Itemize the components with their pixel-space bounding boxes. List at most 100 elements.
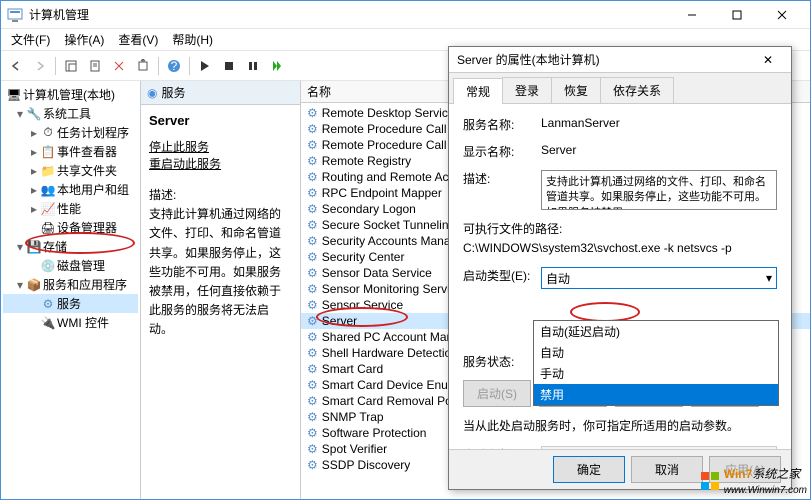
log-icon: 📋: [41, 145, 55, 159]
gear-icon: ⚙: [41, 297, 55, 311]
label-display-name: 显示名称:: [463, 143, 541, 160]
start-button[interactable]: 启动(S): [463, 380, 531, 407]
properties-dialog: Server 的属性(本地计算机) ✕ 常规 登录 恢复 依存关系 服务名称:L…: [448, 46, 792, 490]
gear-icon: ⚙: [307, 282, 318, 296]
cancel-button[interactable]: 取消: [631, 456, 703, 483]
menu-file[interactable]: 文件(F): [5, 29, 56, 50]
tree-local-users[interactable]: ▸👥本地用户和组: [3, 180, 138, 199]
label-exe-path: 可执行文件的路径:: [463, 220, 777, 237]
value-display-name: Server: [541, 143, 777, 157]
disk-icon: 💿: [41, 259, 55, 273]
tab-dependencies[interactable]: 依存关系: [600, 77, 674, 103]
users-icon: 👥: [41, 183, 55, 197]
properties-button[interactable]: [84, 55, 106, 77]
perf-icon: 📈: [41, 202, 55, 216]
gear-icon: ⚙: [307, 298, 318, 312]
gear-icon: ⚙: [307, 378, 318, 392]
gear-icon: ⚙: [307, 266, 318, 280]
gear-icon: ⚙: [307, 250, 318, 264]
forward-button[interactable]: [29, 55, 51, 77]
play-button[interactable]: [194, 55, 216, 77]
label-start-params: 启动参数(M):: [463, 446, 541, 449]
dialog-titlebar: Server 的属性(本地计算机) ✕: [449, 47, 791, 73]
folder-icon: 📁: [41, 164, 55, 178]
dialog-tabs: 常规 登录 恢复 依存关系: [449, 73, 791, 104]
tree-services[interactable]: ⚙服务: [3, 294, 138, 313]
delete-button[interactable]: [108, 55, 130, 77]
minimize-button[interactable]: [669, 3, 714, 27]
tree-performance[interactable]: ▸📈性能: [3, 199, 138, 218]
menu-help[interactable]: 帮助(H): [166, 29, 219, 50]
gear-icon: ⚙: [307, 458, 318, 472]
svg-text:?: ?: [171, 59, 178, 73]
option-disabled[interactable]: 禁用: [534, 384, 778, 405]
gear-icon: ⚙: [307, 442, 318, 456]
titlebar: 计算机管理: [1, 1, 810, 29]
tab-general[interactable]: 常规: [453, 78, 503, 104]
menu-view[interactable]: 查看(V): [112, 29, 164, 50]
tree-services-apps[interactable]: ▾📦服务和应用程序: [3, 275, 138, 294]
windows-icon: [700, 471, 720, 491]
service-name-heading: Server: [149, 113, 292, 128]
tab-logon[interactable]: 登录: [502, 77, 552, 103]
gear-icon: ⚙: [307, 426, 318, 440]
up-button[interactable]: [60, 55, 82, 77]
label-service-name: 服务名称:: [463, 116, 541, 133]
dialog-close-button[interactable]: ✕: [753, 53, 783, 67]
tab-recovery[interactable]: 恢复: [551, 77, 601, 103]
tree-root[interactable]: 🖥计算机管理(本地): [3, 85, 138, 104]
help-button[interactable]: ?: [163, 55, 185, 77]
label-status: 服务状态:: [463, 353, 541, 370]
gear-icon: ⚙: [307, 170, 318, 184]
hint-text: 当从此处启动服务时，你可指定所适用的启动参数。: [463, 417, 777, 434]
tree-system-tools[interactable]: ▾🔧系统工具: [3, 104, 138, 123]
gear-icon: ⚙: [307, 410, 318, 424]
value-exe-path: C:\WINDOWS\system32\svchost.exe -k netsv…: [463, 241, 777, 255]
back-button[interactable]: [5, 55, 27, 77]
restart-service-link[interactable]: 重启动此服务: [149, 157, 221, 171]
export-button[interactable]: [132, 55, 154, 77]
refresh-icon[interactable]: ◉: [147, 86, 157, 100]
detail-panel: ◉服务 Server 停止此服务 重启动此服务 描述: 支持此计算机通过网络的文…: [141, 81, 301, 499]
gear-icon: ⚙: [307, 362, 318, 376]
option-auto[interactable]: 自动: [534, 342, 778, 363]
startup-type-dropdown[interactable]: 自动(延迟启动) 自动 手动 禁用: [533, 320, 779, 406]
restart-button[interactable]: [266, 55, 288, 77]
clock-icon: ⏱: [41, 126, 55, 140]
tree-disk-mgmt[interactable]: 💿磁盘管理: [3, 256, 138, 275]
value-description[interactable]: 支持此计算机通过网络的文件、打印、和命名管道共享。如果服务停止，这些功能不可用。…: [541, 170, 777, 210]
tree-shared-folders[interactable]: ▸📁共享文件夹: [3, 161, 138, 180]
startup-type-select[interactable]: 自动 ▾: [541, 267, 777, 289]
maximize-button[interactable]: [714, 3, 759, 27]
tree-panel[interactable]: 🖥计算机管理(本地) ▾🔧系统工具 ▸⏱任务计划程序 ▸📋事件查看器 ▸📁共享文…: [1, 81, 141, 499]
stop-button[interactable]: [218, 55, 240, 77]
window-title: 计算机管理: [29, 6, 669, 23]
gear-icon: ⚙: [307, 394, 318, 408]
gear-icon: ⚙: [307, 202, 318, 216]
gear-icon: ⚙: [307, 346, 318, 360]
ok-button[interactable]: 确定: [553, 456, 625, 483]
tree-wmi[interactable]: 🔌WMI 控件: [3, 313, 138, 332]
computer-icon: 🖥: [7, 88, 21, 102]
menu-action[interactable]: 操作(A): [58, 29, 110, 50]
label-startup-type: 启动类型(E):: [463, 267, 541, 284]
tree-event-viewer[interactable]: ▸📋事件查看器: [3, 142, 138, 161]
gear-icon: ⚙: [307, 186, 318, 200]
highlight-circle-dropdown: [570, 302, 640, 322]
stop-service-link[interactable]: 停止此服务: [149, 140, 209, 154]
tree-task-scheduler[interactable]: ▸⏱任务计划程序: [3, 123, 138, 142]
gear-icon: ⚙: [307, 106, 318, 120]
option-manual[interactable]: 手动: [534, 363, 778, 384]
option-auto-delayed[interactable]: 自动(延迟启动): [534, 321, 778, 342]
apps-icon: 📦: [27, 278, 41, 292]
pause-button[interactable]: [242, 55, 264, 77]
dialog-title: Server 的属性(本地计算机): [457, 51, 753, 68]
wrench-icon: 🔧: [27, 107, 41, 121]
app-icon: [7, 7, 23, 23]
gear-icon: ⚙: [307, 122, 318, 136]
close-button[interactable]: [759, 3, 804, 27]
watermark: Win7系统之家www.Winwin7.com: [700, 465, 807, 496]
gear-icon: ⚙: [307, 330, 318, 344]
gear-icon: ⚙: [307, 154, 318, 168]
chevron-down-icon: ▾: [766, 271, 772, 285]
